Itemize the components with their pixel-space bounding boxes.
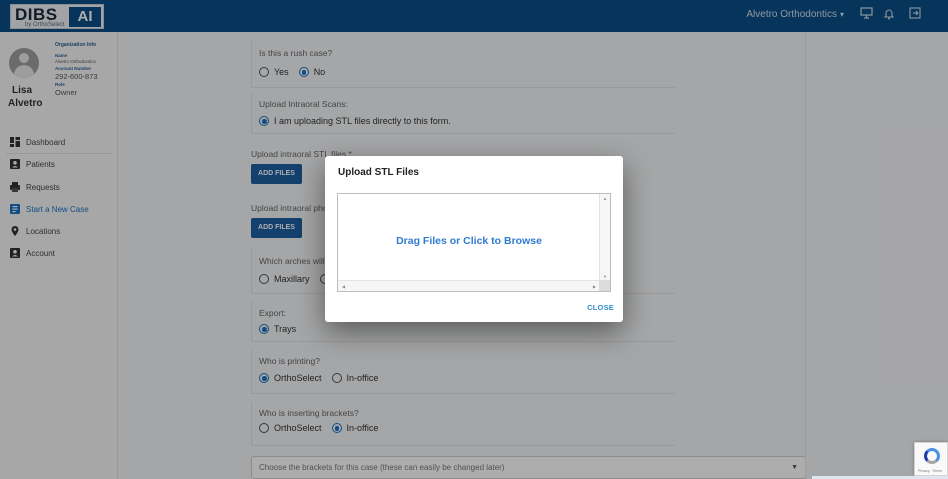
recaptcha-text: Privacy - Terms [918, 469, 943, 473]
vertical-scrollbar[interactable]: ▲ ▼ [599, 194, 610, 281]
recaptcha-badge[interactable]: Privacy - Terms [914, 442, 948, 476]
recaptcha-icon [924, 448, 940, 464]
close-button[interactable]: CLOSE [587, 303, 614, 312]
file-dropzone[interactable]: Drag Files or Click to Browse ▲ ▼ ◀ ▶ [337, 193, 611, 292]
scroll-right-icon[interactable]: ▶ [593, 284, 596, 289]
dropzone-text: Drag Files or Click to Browse [396, 235, 542, 247]
upload-stl-dialog: Upload STL Files Drag Files or Click to … [325, 156, 623, 322]
dialog-title: Upload STL Files [338, 167, 419, 178]
scroll-up-icon[interactable]: ▲ [603, 196, 607, 201]
scroll-left-icon[interactable]: ◀ [342, 284, 345, 289]
scroll-corner [599, 280, 610, 291]
scroll-down-icon[interactable]: ▼ [603, 274, 607, 279]
horizontal-scrollbar[interactable]: ◀ ▶ [338, 280, 600, 291]
